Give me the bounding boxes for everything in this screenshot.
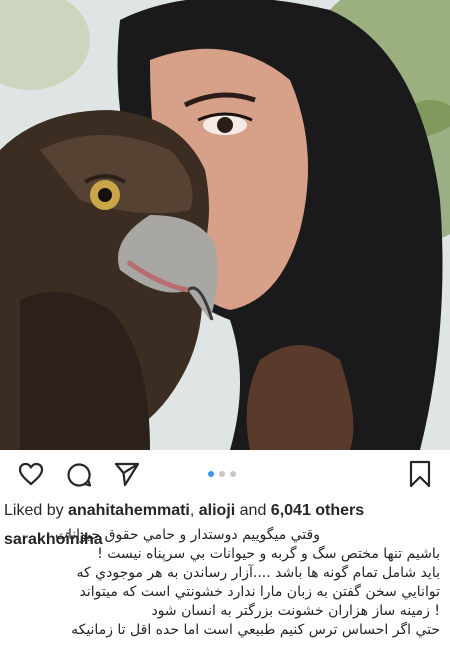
caption-line: باشيم تنها مختص سگ و گربه و حيوانات بي س…	[97, 546, 440, 562]
caption-line: ! زمينه ساز هزاران خشونت بزرگتر به انسان…	[151, 603, 440, 619]
others-count[interactable]: 6,041 others	[271, 502, 364, 519]
caption-line: بايد شامل تمام گونه ها باشد ....آزار رسا…	[76, 565, 440, 581]
caption-line: حتي اگر احساس ترس کنيم طبيعي است اما حده…	[71, 622, 440, 638]
liked-user-2[interactable]: alioji	[199, 502, 235, 519]
likes-line: Liked by anahitahemmati, alioji and 6,04…	[4, 502, 364, 520]
heart-icon[interactable]	[18, 462, 44, 486]
send-icon[interactable]	[114, 461, 140, 487]
bookmark-icon[interactable]	[408, 460, 432, 488]
photo-illustration	[0, 0, 450, 450]
carousel-dot	[219, 471, 225, 477]
carousel-indicator	[208, 470, 236, 478]
carousel-dot	[230, 471, 236, 477]
post-photo[interactable]	[0, 0, 450, 450]
caption-text: وقتي ميگوييم دوستدار و حامي حقوق حيوانات…	[10, 526, 440, 640]
liked-separator: ,	[189, 502, 199, 519]
caption-line: وقتي ميگوييم دوستدار و حامي حقوق حيوانات	[54, 527, 320, 543]
comment-icon[interactable]	[66, 462, 92, 488]
caption-line: توانايي سخن گفتن به زبان مارا ندارد خشون…	[79, 584, 440, 600]
and-label: and	[235, 502, 271, 519]
liked-user-1[interactable]: anahitahemmati	[68, 502, 190, 519]
liked-by-label: Liked by	[4, 502, 69, 519]
carousel-dot-active	[208, 471, 214, 477]
